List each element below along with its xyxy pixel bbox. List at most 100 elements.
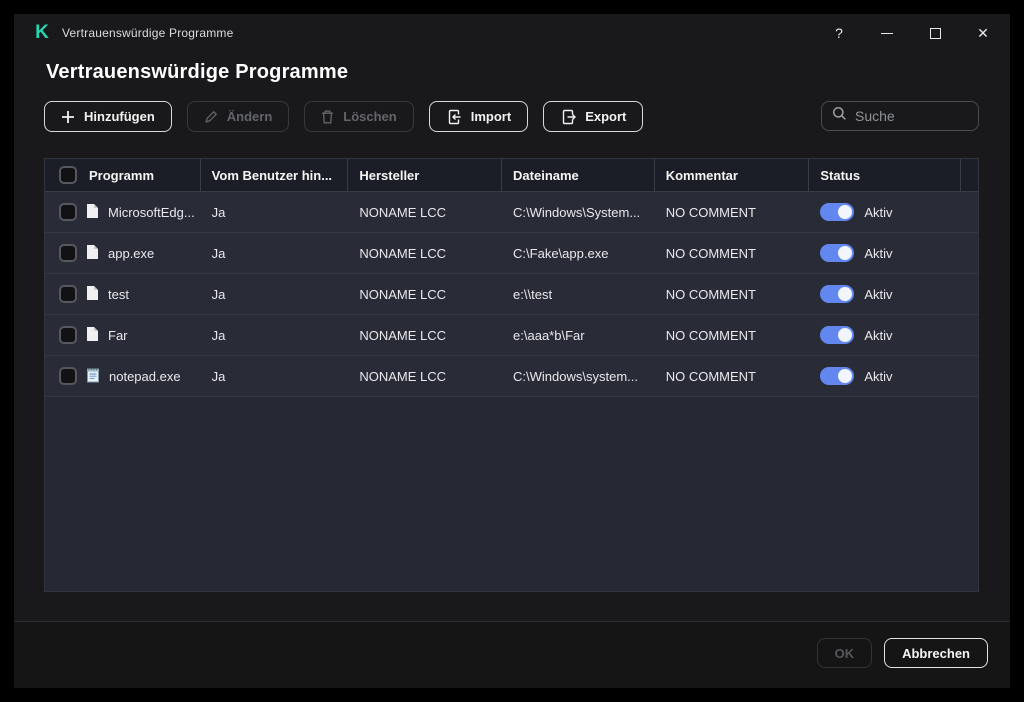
minimize-bar xyxy=(881,33,893,34)
program-name: app.exe xyxy=(108,246,154,261)
delete-button-label: Löschen xyxy=(343,109,396,124)
status-cell: Aktiv xyxy=(809,356,961,396)
maximize-box xyxy=(930,28,941,39)
row-checkbox[interactable] xyxy=(59,285,77,303)
filename-cell: C:\Fake\app.exe xyxy=(502,233,655,273)
toolbar: Hinzufügen Ändern Löschen Import Export xyxy=(44,101,643,132)
filename-cell: C:\Windows\System... xyxy=(502,192,655,232)
table-row[interactable]: Far Ja NONAME LCC e:\aaa*b\Far NO COMMEN… xyxy=(45,315,978,356)
comment-cell: NO COMMENT xyxy=(655,356,810,396)
title-bar: K Vertrauenswürdige Programme ? ✕ xyxy=(14,14,1010,52)
delete-button[interactable]: Löschen xyxy=(304,101,413,132)
notepad-icon xyxy=(86,367,100,386)
status-toggle[interactable] xyxy=(820,326,854,344)
status-cell: Aktiv xyxy=(809,192,961,232)
header-label-added-by-user: Vom Benutzer hin... xyxy=(212,168,332,183)
added-by-user-cell: Ja xyxy=(201,356,349,396)
toggle-knob xyxy=(838,287,852,301)
status-cell: Aktiv xyxy=(809,274,961,314)
comment-cell: NO COMMENT xyxy=(655,315,810,355)
added-by-user-cell: Ja xyxy=(201,315,349,355)
header-cell-program: Programm xyxy=(45,159,201,191)
export-button-label: Export xyxy=(585,109,626,124)
program-name: MicrosoftEdg... xyxy=(108,205,195,220)
programs-table: Programm Vom Benutzer hin... Hersteller … xyxy=(44,158,979,592)
added-by-user-cell: Ja xyxy=(201,233,349,273)
added-by-user-cell: Ja xyxy=(201,192,349,232)
header-cell-spacer xyxy=(961,159,978,191)
export-button[interactable]: Export xyxy=(543,101,643,132)
file-icon xyxy=(86,244,99,263)
trash-icon xyxy=(321,110,334,124)
row-checkbox[interactable] xyxy=(59,367,77,385)
import-button-label: Import xyxy=(471,109,511,124)
filename-cell: C:\Windows\system... xyxy=(502,356,655,396)
status-toggle[interactable] xyxy=(820,285,854,303)
header-label-comment: Kommentar xyxy=(666,168,738,183)
status-cell: Aktiv xyxy=(809,315,961,355)
program-name: test xyxy=(108,287,129,302)
status-toggle[interactable] xyxy=(820,244,854,262)
status-label: Aktiv xyxy=(864,369,892,384)
table-row[interactable]: MicrosoftEdg... Ja NONAME LCC C:\Windows… xyxy=(45,192,978,233)
header-label-filename: Dateiname xyxy=(513,168,579,183)
status-toggle[interactable] xyxy=(820,203,854,221)
row-checkbox[interactable] xyxy=(59,203,77,221)
minimize-icon[interactable] xyxy=(876,22,898,44)
import-icon xyxy=(446,109,462,125)
row-checkbox[interactable] xyxy=(59,244,77,262)
program-name: notepad.exe xyxy=(109,369,181,384)
select-all-checkbox[interactable] xyxy=(59,166,77,184)
maximize-icon[interactable] xyxy=(924,22,946,44)
header-cell-comment: Kommentar xyxy=(655,159,810,191)
search-box xyxy=(821,101,979,131)
export-icon xyxy=(560,109,576,125)
file-icon xyxy=(86,203,99,222)
kaspersky-logo-icon: K xyxy=(32,23,52,43)
file-icon xyxy=(86,285,99,304)
trusted-programs-dialog: K Vertrauenswürdige Programme ? ✕ Vertra… xyxy=(14,14,1010,688)
status-cell: Aktiv xyxy=(809,233,961,273)
status-label: Aktiv xyxy=(864,287,892,302)
search-input[interactable] xyxy=(855,108,968,124)
status-label: Aktiv xyxy=(864,205,892,220)
edit-button[interactable]: Ändern xyxy=(187,101,290,132)
comment-cell: NO COMMENT xyxy=(655,233,810,273)
table-row[interactable]: test Ja NONAME LCC e:\\test NO COMMENT A… xyxy=(45,274,978,315)
status-label: Aktiv xyxy=(864,328,892,343)
header-label-status: Status xyxy=(820,168,860,183)
file-icon xyxy=(86,326,99,345)
program-name: Far xyxy=(108,328,128,343)
page-title: Vertrauenswürdige Programme xyxy=(46,61,348,84)
header-label-vendor: Hersteller xyxy=(359,168,419,183)
added-by-user-cell: Ja xyxy=(201,274,349,314)
import-button[interactable]: Import xyxy=(429,101,528,132)
status-label: Aktiv xyxy=(864,246,892,261)
table-header: Programm Vom Benutzer hin... Hersteller … xyxy=(45,159,978,192)
add-button-label: Hinzufügen xyxy=(84,109,155,124)
footer: OK Abbrechen xyxy=(14,622,1010,688)
table-row[interactable]: app.exe Ja NONAME LCC C:\Fake\app.exe NO… xyxy=(45,233,978,274)
search-icon xyxy=(832,106,847,126)
close-icon[interactable]: ✕ xyxy=(972,22,994,44)
toggle-knob xyxy=(838,369,852,383)
window-controls: ? ✕ xyxy=(828,14,994,52)
vendor-cell: NONAME LCC xyxy=(348,356,502,396)
add-button[interactable]: Hinzufügen xyxy=(44,101,172,132)
toggle-knob xyxy=(838,246,852,260)
table-row[interactable]: notepad.exe Ja NONAME LCC C:\Windows\sys… xyxy=(45,356,978,397)
toggle-knob xyxy=(838,328,852,342)
plus-icon xyxy=(61,110,75,124)
filename-cell: e:\\test xyxy=(502,274,655,314)
header-cell-added-by-user: Vom Benutzer hin... xyxy=(201,159,349,191)
help-icon[interactable]: ? xyxy=(828,22,850,44)
header-label-program: Programm xyxy=(89,168,154,183)
edit-button-label: Ändern xyxy=(227,109,273,124)
status-toggle[interactable] xyxy=(820,367,854,385)
ok-button[interactable]: OK xyxy=(817,638,873,668)
cancel-button[interactable]: Abbrechen xyxy=(884,638,988,668)
pencil-icon xyxy=(204,110,218,124)
filename-cell: e:\aaa*b\Far xyxy=(502,315,655,355)
header-cell-status: Status xyxy=(809,159,961,191)
row-checkbox[interactable] xyxy=(59,326,77,344)
